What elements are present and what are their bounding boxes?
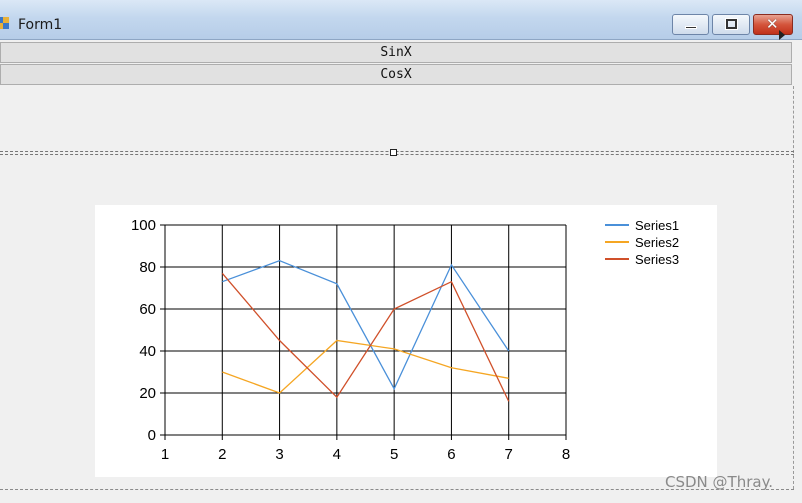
windows-forms-app-icon bbox=[0, 17, 9, 29]
maximize-icon bbox=[725, 18, 738, 30]
x-tick-label: 5 bbox=[390, 446, 398, 463]
minimize-button[interactable] bbox=[672, 14, 709, 35]
series-line-series1 bbox=[222, 260, 510, 391]
panel-right-border bbox=[793, 155, 794, 489]
splitter-resize-handle[interactable] bbox=[390, 149, 397, 156]
minimize-icon bbox=[685, 26, 697, 29]
maximize-button[interactable] bbox=[712, 14, 750, 35]
y-tick-label: 100 bbox=[131, 217, 156, 234]
x-tick-label: 1 bbox=[161, 446, 169, 463]
legend-label: Series2 bbox=[635, 235, 679, 250]
sinx-button[interactable]: SinX bbox=[0, 42, 792, 63]
y-tick-label: 80 bbox=[139, 259, 156, 276]
top-panel bbox=[0, 86, 794, 153]
y-tick-label: 60 bbox=[139, 301, 156, 318]
y-tick-label: 0 bbox=[148, 427, 156, 444]
legend-label: Series1 bbox=[635, 218, 679, 233]
smart-tag-arrow-icon[interactable] bbox=[779, 30, 785, 40]
x-tick-label: 7 bbox=[505, 446, 513, 463]
line-chart: 1 2 3 4 5 6 7 8020406080100 Series1Series2Series… bbox=[131, 217, 679, 463]
x-tick-label: 8 bbox=[562, 446, 570, 463]
x-tick-label: 4 bbox=[333, 446, 341, 463]
chart-area: 1 2 3 4 5 6 7 8 0 20 40 60 80 100 Series1 Series2 Series… bbox=[95, 205, 717, 477]
close-button[interactable]: ✕ bbox=[753, 14, 793, 35]
window-title: Form1 bbox=[18, 17, 63, 33]
window-title-bar[interactable]: Form1 ✕ bbox=[0, 0, 802, 40]
x-tick-label: 3 bbox=[275, 446, 283, 463]
x-tick-label: 2 bbox=[218, 446, 226, 463]
close-icon: ✕ bbox=[766, 15, 779, 33]
splitter-bar[interactable] bbox=[0, 151, 794, 155]
y-tick-label: 20 bbox=[139, 385, 156, 402]
series-line-series2 bbox=[222, 339, 509, 394]
legend-label: Series3 bbox=[635, 252, 679, 267]
x-tick-label: 6 bbox=[447, 446, 455, 463]
watermark: CSDN @Thray. bbox=[665, 473, 774, 491]
y-tick-label: 40 bbox=[139, 343, 156, 360]
cosx-button[interactable]: CosX bbox=[0, 64, 792, 85]
